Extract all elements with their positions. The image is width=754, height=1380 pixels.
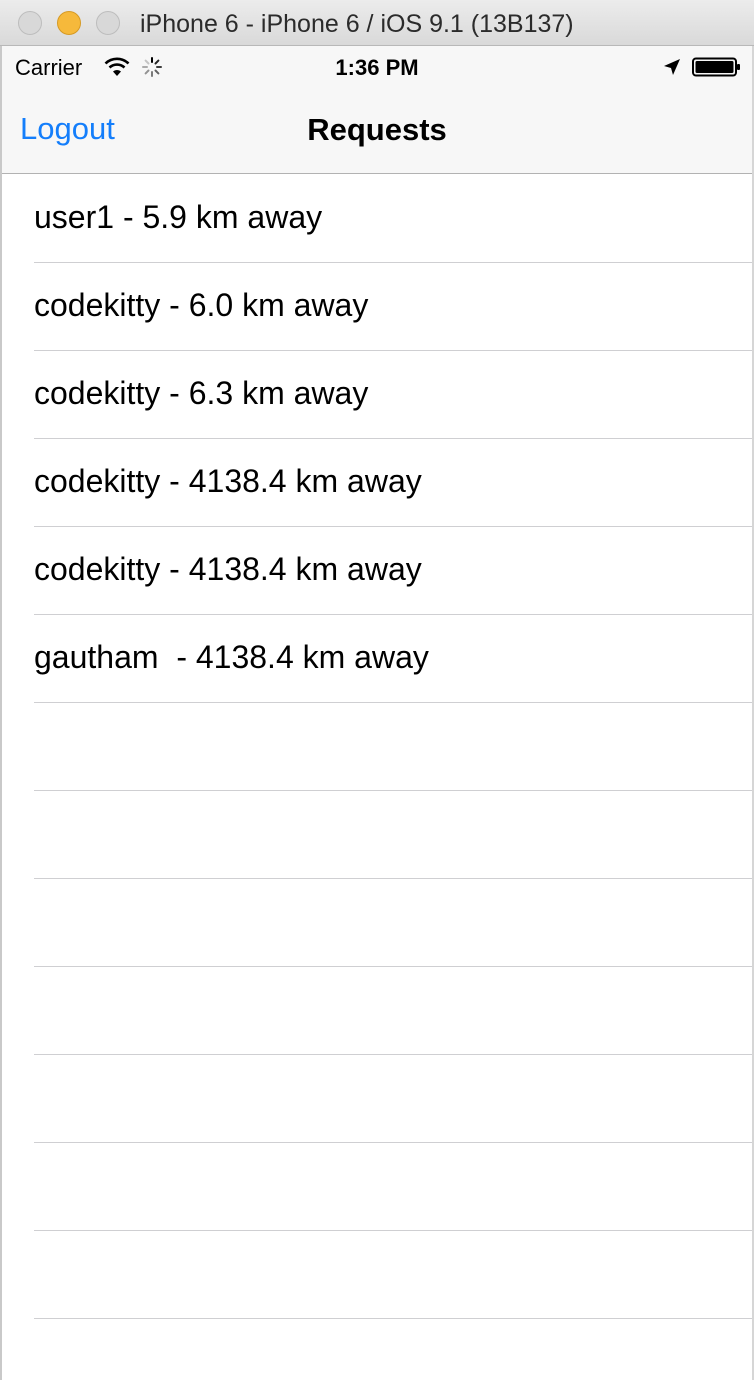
row-label: codekitty - 6.0 km away [34, 287, 369, 323]
ios-status-bar: Carrier 1:36 PM [2, 46, 752, 88]
close-window-button[interactable] [18, 11, 42, 35]
table-row[interactable]: codekitty - 4138.4 km away [2, 527, 752, 615]
empty-table-row [2, 1055, 752, 1143]
empty-table-row [2, 1319, 752, 1380]
battery-icon [692, 57, 740, 77]
navigation-bar: Logout Requests [2, 88, 752, 174]
empty-table-row [2, 791, 752, 879]
requests-table[interactable]: user1 - 5.9 km away codekitty - 6.0 km a… [2, 175, 752, 1380]
table-row[interactable]: codekitty - 6.3 km away [2, 351, 752, 439]
table-row[interactable]: codekitty - 6.0 km away [2, 263, 752, 351]
table-row[interactable]: user1 - 5.9 km away [2, 175, 752, 263]
location-arrow-icon [664, 59, 680, 75]
empty-table-row [2, 703, 752, 791]
window-title: iPhone 6 - iPhone 6 / iOS 9.1 (13B137) [140, 10, 574, 38]
row-label: codekitty - 4138.4 km away [34, 551, 422, 587]
row-label: codekitty - 4138.4 km away [34, 463, 422, 499]
zoom-window-button[interactable] [96, 11, 120, 35]
minimize-window-button[interactable] [57, 11, 81, 35]
row-label: codekitty - 6.3 km away [34, 375, 369, 411]
empty-table-row [2, 879, 752, 967]
status-time: 1:36 PM [335, 55, 419, 80]
empty-table-row [2, 1143, 752, 1231]
table-row[interactable]: gautham - 4138.4 km away [2, 615, 752, 703]
table-row[interactable]: codekitty - 4138.4 km away [2, 439, 752, 527]
row-label: gautham - 4138.4 km away [34, 639, 429, 675]
page-title: Requests [307, 112, 447, 147]
empty-table-row [2, 1231, 752, 1319]
row-label: user1 - 5.9 km away [34, 199, 323, 235]
empty-table-row [2, 967, 752, 1055]
simulator-title-bar: iPhone 6 - iPhone 6 / iOS 9.1 (13B137) [0, 0, 754, 46]
